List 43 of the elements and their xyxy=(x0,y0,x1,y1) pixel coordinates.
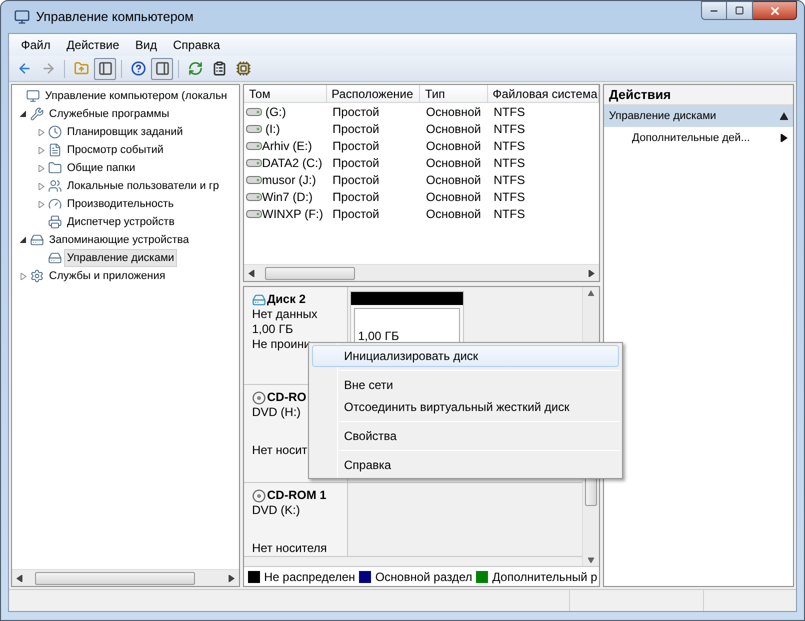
table-cell-text: NTFS xyxy=(494,172,525,188)
table-cell-text: Простой xyxy=(332,188,380,206)
table-cell-text: (I:) xyxy=(264,120,280,138)
table-cell-text: Win7 (D:) xyxy=(262,188,313,206)
table-cell-text: WINXP (F:) xyxy=(262,206,324,222)
table-cell-text: Простой xyxy=(332,154,380,172)
disk-name: CD-RO xyxy=(267,390,306,405)
disk-info: Нет носит xyxy=(252,443,308,458)
table-cell-text: NTFS xyxy=(494,138,525,154)
actions-title: Действия xyxy=(604,85,793,105)
table-cell-text: Arhiv (E:) xyxy=(262,138,312,154)
window-title: Управление компьютером xyxy=(36,8,194,26)
disk-info: 1,00 ГБ xyxy=(252,322,294,337)
table-cell-text: musor (J:) xyxy=(262,172,316,188)
table-cell-text: (G:) xyxy=(264,104,286,120)
table-cell-text: Основной xyxy=(426,206,482,222)
table-cell-text: Простой xyxy=(332,120,380,138)
disk-name: CD-ROM 1 xyxy=(267,488,326,503)
legend-label: Дополнительный р xyxy=(492,568,598,586)
partition-size: 1,00 ГБ xyxy=(358,329,400,343)
table-cell-text: Основной xyxy=(426,120,482,138)
table-cell-text: Основной xyxy=(426,188,482,206)
disk-info: Нет данных xyxy=(252,307,318,322)
table-cell-text: Основной xyxy=(426,138,482,154)
table-cell-text: Основной xyxy=(426,154,482,172)
legend-label: Не распределен xyxy=(264,568,356,586)
disk-info: DVD (H:) xyxy=(252,405,302,420)
table-cell-text: Простой xyxy=(332,206,380,222)
table-cell-text: Простой xyxy=(332,104,380,120)
disk-name: Диск 2 xyxy=(267,292,306,307)
legend-label: Основной раздел xyxy=(375,568,472,586)
disk-info: Нет носителя xyxy=(252,541,328,556)
table-cell-text: NTFS xyxy=(494,104,525,120)
disk-info: DVD (K:) xyxy=(252,503,301,518)
table-cell-text: Простой xyxy=(332,138,380,154)
table-cell-text: DATA2 (C:) xyxy=(262,154,322,172)
table-cell-text: Простой xyxy=(332,172,380,188)
table-cell-text: NTFS xyxy=(494,154,525,172)
table-cell-text: NTFS xyxy=(494,206,525,222)
table-cell-text: NTFS xyxy=(494,120,525,138)
table-cell-text: Основной xyxy=(426,172,482,188)
table-cell-text: NTFS xyxy=(494,188,525,206)
table-cell-text: Основной xyxy=(426,104,482,120)
